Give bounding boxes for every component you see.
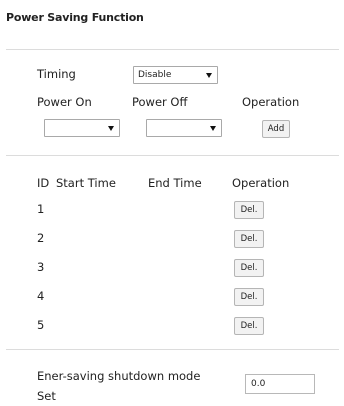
- shutdown-value-input[interactable]: 0.0: [245, 374, 315, 394]
- divider-middle: [6, 155, 339, 156]
- power-off-label: Power Off: [132, 95, 188, 109]
- row-id: 3: [37, 260, 45, 274]
- power-on-label: Power On: [37, 95, 92, 109]
- header-end-time: End Time: [148, 176, 202, 190]
- chevron-down-icon: [206, 73, 212, 78]
- timing-label: Timing: [37, 67, 76, 81]
- divider-bottom: [6, 349, 339, 350]
- delete-button[interactable]: Del.: [234, 259, 264, 277]
- row-id: 2: [37, 231, 45, 245]
- operation-label: Operation: [242, 95, 300, 109]
- delete-button[interactable]: Del.: [234, 201, 264, 219]
- power-on-select[interactable]: [44, 119, 120, 137]
- power-off-select[interactable]: [146, 119, 222, 137]
- page-title: Power Saving Function: [6, 11, 144, 24]
- header-start-time: Start Time: [56, 176, 116, 190]
- row-id: 5: [37, 318, 45, 332]
- shutdown-label-set: Set: [37, 389, 56, 403]
- chevron-down-icon: [210, 126, 216, 131]
- row-id: 1: [37, 202, 45, 216]
- timing-select-value: Disable: [138, 70, 172, 80]
- timing-select[interactable]: Disable: [133, 66, 218, 84]
- header-id: ID: [37, 176, 50, 190]
- delete-button[interactable]: Del.: [234, 317, 264, 335]
- chevron-down-icon: [108, 126, 114, 131]
- delete-button[interactable]: Del.: [234, 230, 264, 248]
- header-operation: Operation: [232, 176, 290, 190]
- divider-top: [6, 49, 339, 50]
- add-button[interactable]: Add: [262, 120, 290, 138]
- row-id: 4: [37, 289, 45, 303]
- shutdown-label: Ener-saving shutdown mode: [37, 369, 201, 383]
- delete-button[interactable]: Del.: [234, 288, 264, 306]
